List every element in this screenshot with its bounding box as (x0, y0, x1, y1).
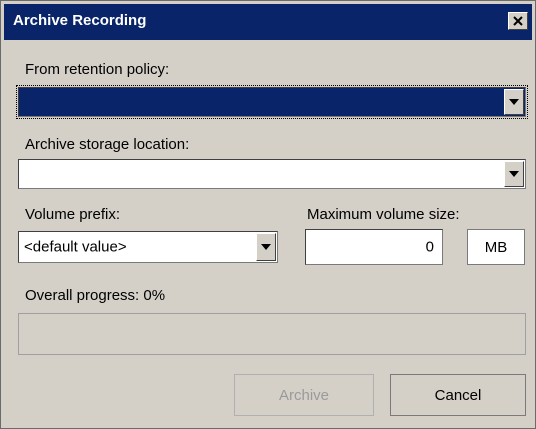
max-volume-size-label: Maximum volume size: (307, 206, 460, 223)
overall-progress-bar (18, 313, 526, 355)
retention-policy-label: From retention policy: (25, 61, 170, 78)
volume-prefix-value: <default value> (24, 238, 127, 256)
dialog-title: Archive Recording (13, 12, 147, 29)
volume-size-unit: MB (467, 229, 525, 265)
chevron-down-icon (509, 99, 519, 105)
volume-prefix-dropdown-button[interactable] (256, 233, 276, 261)
retention-policy-dropdown[interactable] (16, 85, 528, 119)
retention-policy-dropdown-button[interactable] (504, 89, 524, 115)
max-volume-size-input[interactable]: 0 (305, 229, 443, 265)
overall-progress-label: Overall progress: 0% (25, 287, 166, 304)
close-button[interactable] (508, 12, 528, 30)
chevron-down-icon (509, 171, 519, 177)
storage-location-dropdown[interactable] (18, 159, 526, 189)
archive-button[interactable]: Archive (234, 374, 374, 416)
storage-location-label: Archive storage location: (25, 136, 190, 153)
title-bar[interactable]: Archive Recording (4, 4, 532, 40)
cancel-button[interactable]: Cancel (390, 374, 526, 416)
volume-prefix-label: Volume prefix: (25, 206, 121, 223)
volume-prefix-dropdown[interactable]: <default value> (18, 231, 278, 263)
max-volume-size-value: 0 (425, 238, 434, 256)
storage-location-dropdown-button[interactable] (504, 161, 524, 187)
close-icon (513, 16, 523, 26)
chevron-down-icon (261, 244, 271, 250)
archive-recording-dialog: Archive Recording From retention policy:… (0, 0, 536, 429)
